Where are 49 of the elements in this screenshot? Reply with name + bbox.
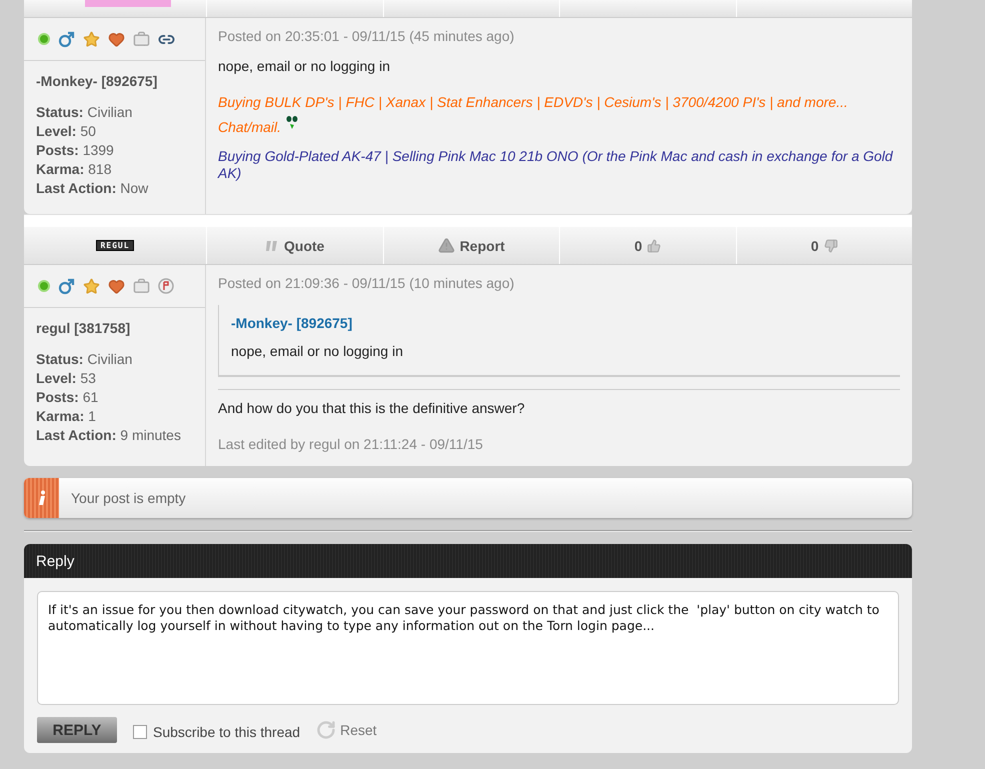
online-dot-icon <box>38 33 50 45</box>
user-stat: Level: 50 <box>36 122 97 141</box>
user-stat: Karma: 818 <box>36 160 112 179</box>
thumbs-up-icon <box>647 238 662 252</box>
post-message: And how do you that this is the definitive answer? <box>218 400 526 418</box>
warning-icon <box>438 237 455 254</box>
user-stat: Posts: 61 <box>36 388 100 407</box>
post-date: Posted on 21:09:36 - 09/11/15 (10 minutes ago) <box>218 275 516 291</box>
username[interactable]: -Monkey- [892675] <box>36 73 193 89</box>
male-icon <box>58 278 75 294</box>
briefcase-icon <box>133 278 150 294</box>
user-stat: Level: 53 <box>36 369 97 388</box>
reset-icon <box>316 720 336 740</box>
reply-input[interactable]: If it's an issue for you then download citywatch, you can save your password on that and just click the 'play' button on city watch to automatically log yourself in without having to type any information out on the Torn login page... <box>37 591 899 705</box>
notice-text: Your post is empty <box>71 490 186 506</box>
user-stat: Karma: 1 <box>36 407 97 426</box>
post-date: Posted on 20:35:01 - 09/11/15 (45 minutes ago) <box>218 28 516 44</box>
reset-button[interactable]: Reset <box>316 720 377 740</box>
briefcase-icon <box>133 30 150 48</box>
user-stat: Last Action: Now <box>36 179 150 198</box>
signature-line: Buying Gold-Plated AK-47 | Selling Pink Mac 10 21b ONO (Or the Pink Mac and cash in exchange for a Gold AK) <box>218 148 894 182</box>
heart-icon <box>108 278 125 294</box>
quote-button[interactable]: Quote <box>206 227 382 264</box>
heart-icon <box>108 30 125 48</box>
quote-icon <box>265 238 280 252</box>
quote-author[interactable]: -Monkey- [892675] <box>231 315 888 331</box>
post-message: nope, email or no logging in <box>218 58 392 76</box>
quote-text: nope, email or no logging in <box>231 343 404 361</box>
edit-note: Last edited by regul on 21:11:24 - 09/11/15 <box>218 436 484 452</box>
user-stat: Last Action: 9 minutes <box>36 426 182 445</box>
avatar-logo: REGUL <box>96 240 134 251</box>
reply-button[interactable]: REPLY <box>37 717 117 743</box>
thumbs-down-icon <box>824 238 838 252</box>
dislike-button[interactable]: 0 <box>736 227 912 264</box>
star-icon <box>83 278 100 294</box>
user-stat: Status: Civilian <box>36 103 134 122</box>
report-button[interactable]: Report <box>382 227 559 264</box>
user-stat: Status: Civilian <box>36 350 134 369</box>
online-dot-icon <box>38 280 50 292</box>
username[interactable]: regul [381758] <box>36 320 193 336</box>
user-stat: Posts: 1399 <box>36 141 115 160</box>
male-icon <box>58 30 75 48</box>
subscribe-checkbox[interactable]: Subscribe to this thread <box>133 724 300 740</box>
badge-icon <box>158 278 174 294</box>
like-button[interactable]: 0 <box>559 227 736 264</box>
info-icon <box>24 478 59 518</box>
reply-title: Reply <box>36 552 74 570</box>
signature-line: Buying BULK DP's | FHC | Xanax | Stat Enhancers | EDVD's | Cesium's | 3700/4200 PI's | and more... Chat/mail. <box>218 93 849 137</box>
star-icon <box>83 30 100 48</box>
